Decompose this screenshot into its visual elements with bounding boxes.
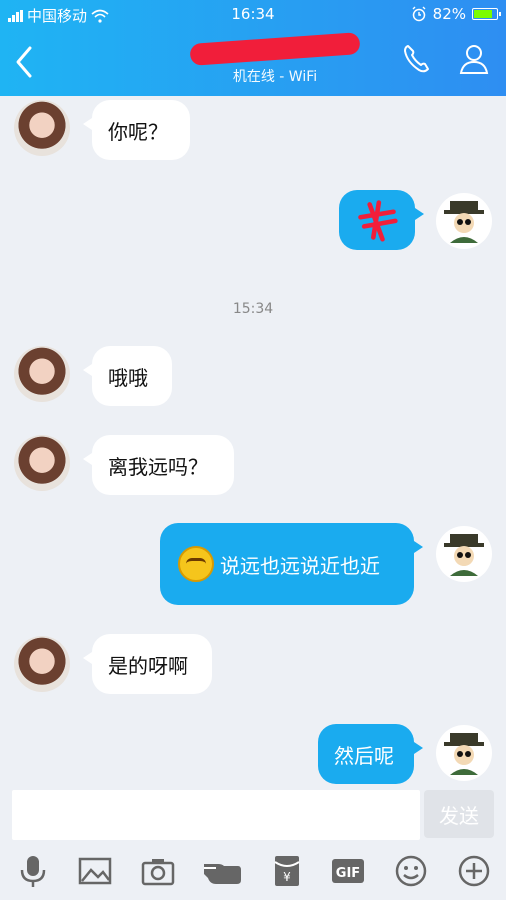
message-timestamp: 15:34 (232, 301, 274, 317)
plus-icon[interactable] (457, 854, 491, 888)
outgoing-message-text: 说远也远说近也近 (220, 553, 380, 578)
hand-gesture-icon[interactable] (202, 854, 242, 888)
sly-smile-emoji-icon (178, 546, 214, 582)
my-avatar[interactable] (436, 193, 492, 249)
gif-label: GIF (336, 866, 360, 881)
incoming-message[interactable]: 你呢？ (83, 100, 190, 160)
image-icon[interactable] (78, 854, 112, 888)
red-scribble-redaction (358, 200, 398, 242)
send-button[interactable]: 发送 (424, 790, 494, 838)
contact-avatar[interactable] (14, 636, 70, 692)
gif-icon[interactable]: GIF (331, 854, 365, 888)
online-status: 机在线 - WiFi (232, 69, 318, 85)
status-bar: 中国移动 16:34 82% (0, 0, 506, 28)
redacted-contact-name (189, 32, 361, 66)
outgoing-message-redacted[interactable] (339, 190, 424, 250)
hat-man-avatar-icon (444, 733, 484, 775)
battery-fill (474, 10, 492, 18)
hat-man-avatar-icon (444, 201, 484, 243)
contact-avatar[interactable] (14, 346, 70, 402)
input-toolbar: ¥ GIF (0, 844, 506, 900)
phone-icon[interactable] (400, 42, 434, 76)
my-avatar[interactable] (436, 526, 492, 582)
back-chevron-icon[interactable] (10, 42, 40, 82)
battery-percent: 82% (432, 5, 466, 23)
message-input-bar: 发送 (0, 786, 506, 842)
camera-icon[interactable] (141, 854, 175, 888)
emoji-icon[interactable] (394, 854, 428, 888)
chat-title-area: 机在线 - WiFi (180, 32, 370, 92)
outgoing-message[interactable]: 然后呢 (318, 724, 423, 784)
hat-man-avatar-icon (444, 534, 484, 576)
my-avatar[interactable] (436, 725, 492, 781)
microphone-icon[interactable] (16, 854, 50, 888)
chat-header: 中国移动 16:34 82% 机在线 - WiFi (0, 0, 506, 96)
status-right: 82% (411, 5, 501, 23)
yen-symbol: ¥ (283, 870, 291, 884)
incoming-message[interactable]: 哦哦 (83, 346, 172, 406)
battery-icon (472, 8, 501, 20)
contact-avatar[interactable] (14, 435, 70, 491)
incoming-message[interactable]: 离我远吗？ (83, 435, 234, 495)
alarm-icon (412, 6, 426, 22)
contact-avatar[interactable] (14, 100, 70, 156)
outgoing-message[interactable]: 说远也远说近也近 (160, 523, 423, 605)
message-input[interactable] (12, 790, 420, 840)
person-icon[interactable] (457, 42, 491, 76)
message-list[interactable]: 你呢？ 15:34 哦哦 离我远吗？ 说远也远说近也近 是的呀啊 然后呢 (0, 96, 506, 786)
red-packet-icon[interactable]: ¥ (270, 854, 304, 888)
incoming-message[interactable]: 是的呀啊 (83, 634, 212, 694)
